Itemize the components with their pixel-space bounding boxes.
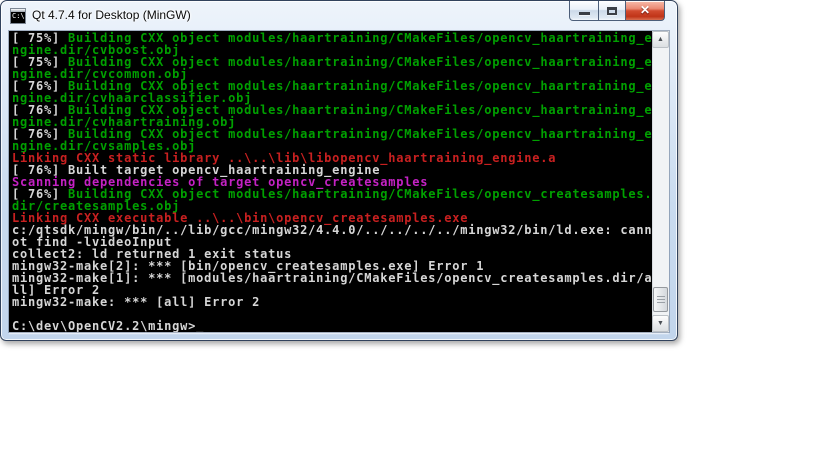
console-icon-text: C:\ (12, 12, 25, 20)
console-text-segment: C:\dev\OpenCV2.2\mingw> (12, 319, 197, 332)
scroll-up-button[interactable]: ▲ (652, 31, 669, 48)
maximize-button[interactable] (598, 1, 626, 21)
minimize-icon (578, 12, 590, 15)
close-icon: ✕ (639, 3, 651, 17)
titlebar[interactable]: C:\ Qt 4.7.4 for Desktop (MinGW) ✕ (1, 1, 677, 31)
console-output[interactable]: [ 75%] Building CXX object modules/haart… (9, 31, 652, 332)
scroll-down-button[interactable]: ▼ (652, 315, 669, 332)
scroll-up-icon: ▲ (657, 36, 664, 43)
scrollbar-gripper-icon (656, 296, 665, 303)
console-window: C:\ Qt 4.7.4 for Desktop (MinGW) ✕ [ 75%… (0, 0, 678, 341)
console-icon[interactable]: C:\ (10, 8, 26, 24)
console-line: mingw32-make: *** [all] Error 2 (12, 296, 652, 308)
console-line: mingw32-make[1]: *** [modules/haartraini… (12, 272, 652, 284)
close-button[interactable]: ✕ (625, 1, 665, 21)
maximize-icon (607, 6, 617, 15)
console-text-segment: mingw32-make[1]: *** [modules/haartraini… (12, 271, 652, 285)
window-controls: ✕ (569, 1, 665, 22)
scroll-down-icon: ▼ (657, 320, 664, 327)
vertical-scrollbar[interactable]: ▲ ▼ (652, 31, 669, 332)
minimize-button[interactable] (569, 1, 599, 21)
scrollbar-thumb[interactable] (653, 287, 668, 312)
window-title: Qt 4.7.4 for Desktop (MinGW) (32, 8, 191, 22)
console-text-segment: mingw32-make: *** [all] Error 2 (12, 295, 261, 309)
console-line: C:\dev\OpenCV2.2\mingw>_ (12, 320, 652, 332)
console-client-area: [ 75%] Building CXX object modules/haart… (9, 31, 669, 332)
console-cursor: _ (196, 319, 205, 332)
